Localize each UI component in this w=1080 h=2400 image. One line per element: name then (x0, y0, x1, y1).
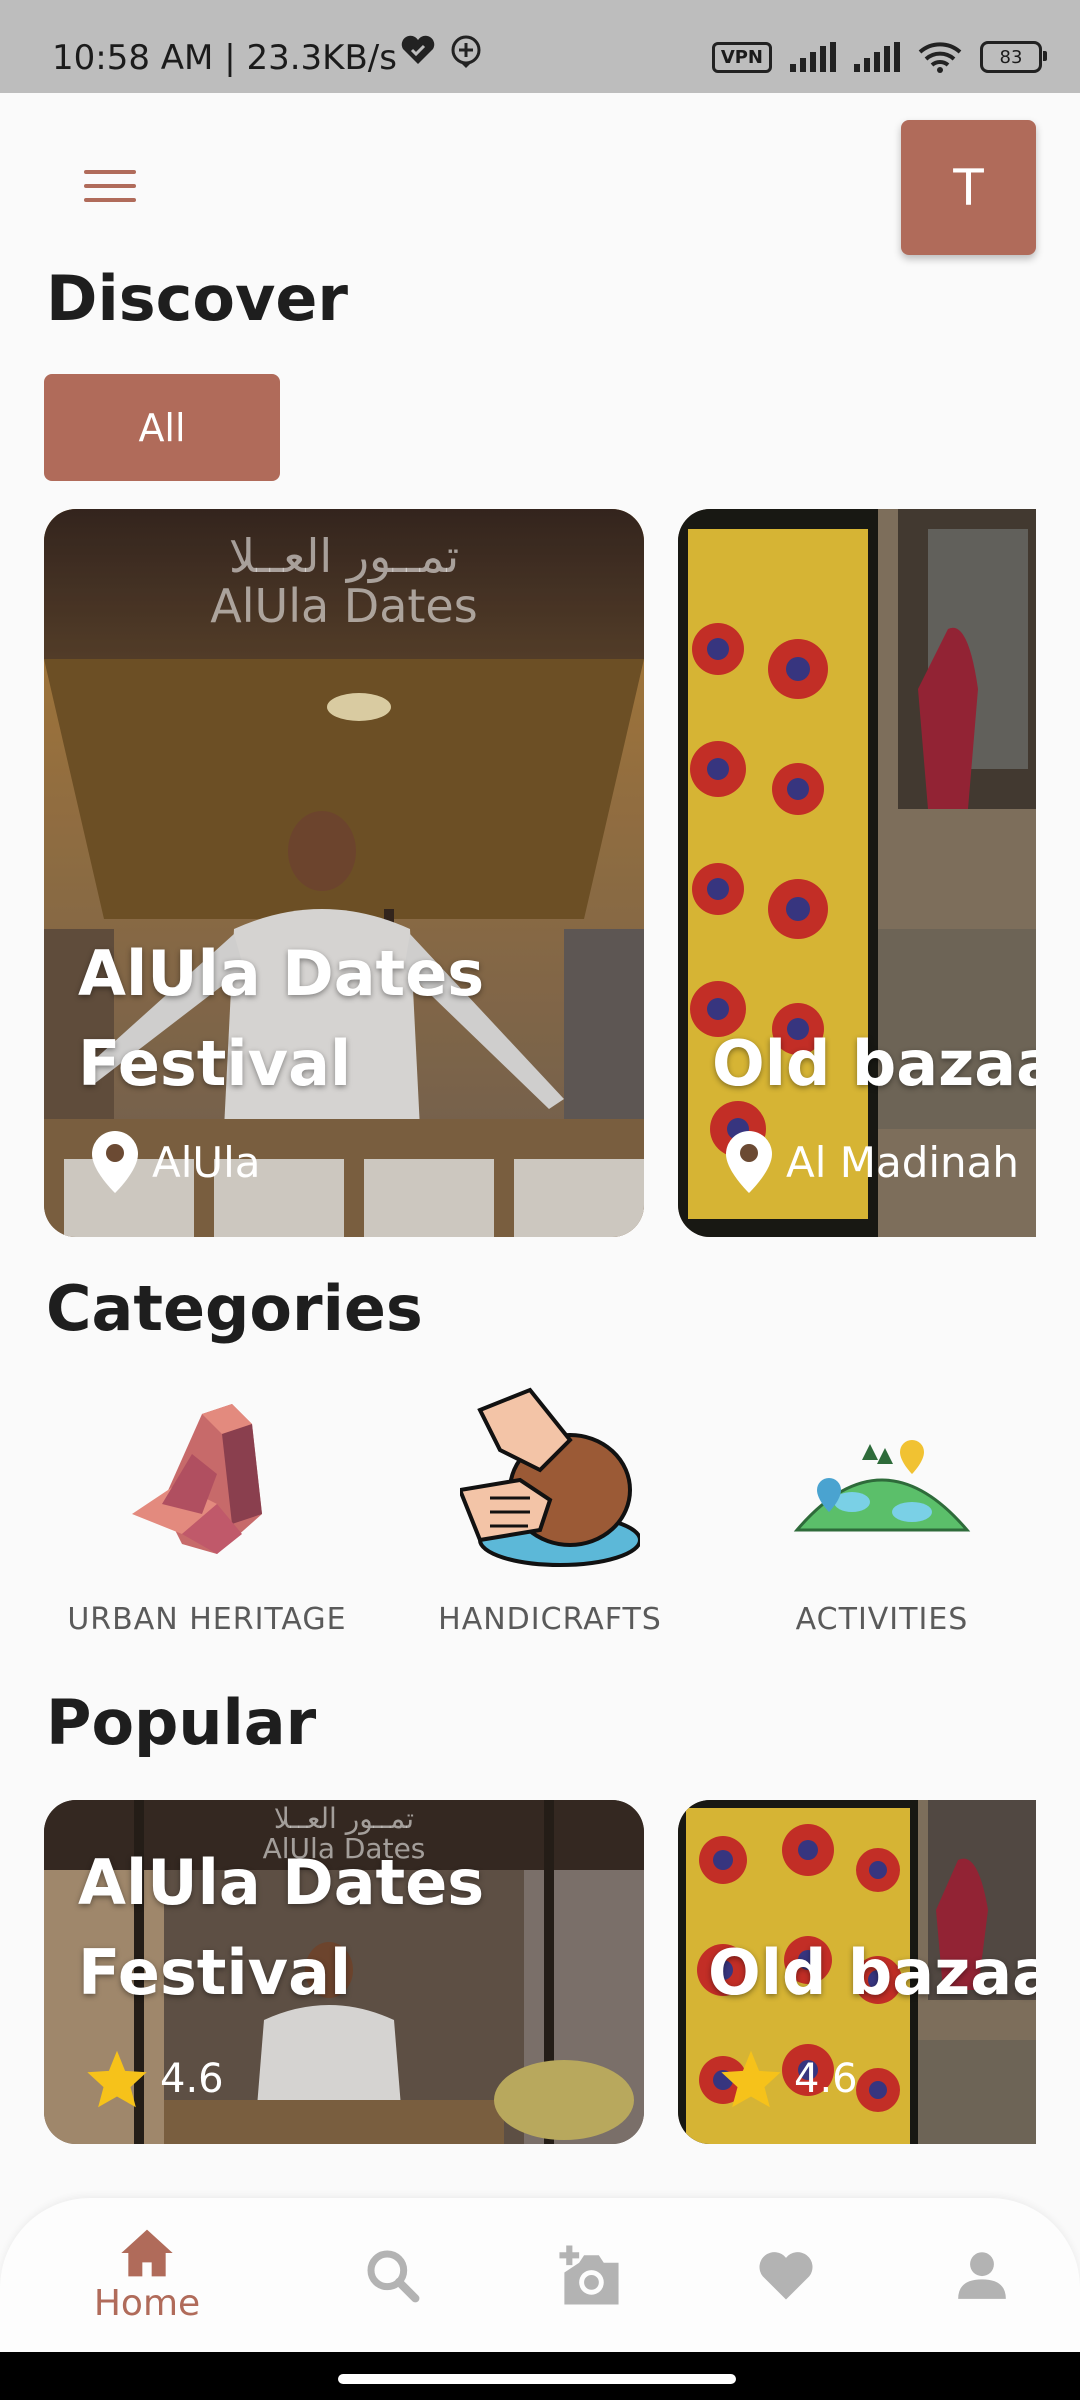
notification-heart-icon (401, 35, 435, 64)
card-location-text: Al Madinah (786, 1137, 1020, 1187)
location-pin-icon (726, 1131, 772, 1193)
menu-button[interactable] (84, 170, 136, 210)
battery-icon: 83 (980, 41, 1047, 73)
status-bar: 10:58 AM | 23.3KB/s VPN 83 (0, 0, 1080, 93)
card-title-line2: Festival (78, 1936, 352, 2009)
store-sign-arabic: تمــور العــلا (228, 529, 460, 583)
nav-profile[interactable] (912, 2198, 1052, 2352)
nav-home-label: Home (93, 2282, 201, 2324)
avatar-letter: T (953, 158, 984, 217)
card-title-line1: AlUla Dates (78, 937, 485, 1010)
discover-card-old-bazaar[interactable]: Old bazaar Al Madinah (678, 509, 1036, 1237)
popular-card-alula-dates[interactable]: تمــور العــلا AlUla Dates AlUla Dates F… (44, 1800, 644, 2144)
search-icon (367, 2250, 420, 2303)
signal-2-icon (854, 42, 900, 72)
store-sign-english: AlUla Dates (210, 579, 478, 633)
card-location: Al Madinah (724, 1129, 1019, 1195)
store-sign: تمــور العــلا AlUla Dates (44, 531, 644, 631)
vpn-badge: VPN (711, 41, 772, 73)
nav-home[interactable]: Home (77, 2198, 217, 2352)
status-right-group: VPN 83 (711, 40, 1047, 74)
rock-formation-icon (132, 1404, 262, 1554)
card-rating: 4.6 (84, 2048, 224, 2110)
card-title-line2: Festival (78, 1027, 352, 1100)
nav-add-photo[interactable] (519, 2198, 659, 2352)
add-photo-icon (559, 2245, 619, 2305)
star-icon (87, 2050, 147, 2108)
discover-title: Discover (46, 262, 349, 335)
card-location: AlUla (90, 1129, 261, 1195)
card-location-text: AlUla (152, 1137, 261, 1187)
card-rating-value: 4.6 (160, 2056, 224, 2102)
card-title: AlUla Dates Festival (78, 929, 484, 1109)
category-label: HANDICRAFTS (438, 1602, 662, 1637)
card-title: AlUla Dates Festival (78, 1838, 484, 2018)
card-image (678, 509, 1036, 1237)
discover-card-alula-dates[interactable]: تمــور العــلا AlUla Dates AlUla Dates F… (44, 509, 644, 1237)
person-icon (958, 2252, 1006, 2299)
battery-level: 83 (999, 46, 1023, 68)
menu-icon (84, 170, 136, 174)
category-label: ACTIVITIES (795, 1602, 969, 1637)
gesture-home-bar[interactable] (338, 2374, 736, 2384)
nav-search[interactable] (322, 2198, 462, 2352)
pottery-hands-icon (460, 1387, 640, 1567)
card-title: Old bazaar (708, 1936, 1036, 2009)
popular-card-old-bazaar[interactable]: Old bazaar 4.6 (678, 1800, 1036, 2144)
signal-1-icon (790, 42, 836, 72)
card-rating: 4.6 (718, 2048, 858, 2110)
wifi-icon (918, 42, 962, 73)
categories-title: Categories (46, 1272, 423, 1345)
star-icon (721, 2050, 781, 2108)
bottom-navigation: Home (0, 2198, 1080, 2352)
store-sign-arabic: تمــور العــلا (273, 1802, 415, 1835)
home-icon (121, 2229, 173, 2276)
category-label: URBAN HERITAGE (67, 1602, 347, 1637)
card-rating-value: 4.6 (794, 2056, 858, 2102)
profile-avatar-button[interactable]: T (901, 120, 1036, 255)
app-screen: 10:58 AM | 23.3KB/s VPN 83 T Discover Al… (0, 0, 1080, 2352)
notification-plus-icon (451, 35, 481, 68)
filter-all-chip[interactable]: All (44, 374, 280, 481)
location-pin-icon (92, 1131, 138, 1193)
nav-favorites[interactable] (716, 2198, 856, 2352)
popular-title: Popular (46, 1686, 317, 1759)
card-title: Old bazaar (712, 1027, 1036, 1100)
heart-icon (759, 2252, 813, 2300)
status-time: 10:58 AM | 23.3KB/s (52, 38, 397, 78)
card-title-line1: AlUla Dates (78, 1846, 485, 1919)
hill-map-icon (793, 1440, 971, 1532)
